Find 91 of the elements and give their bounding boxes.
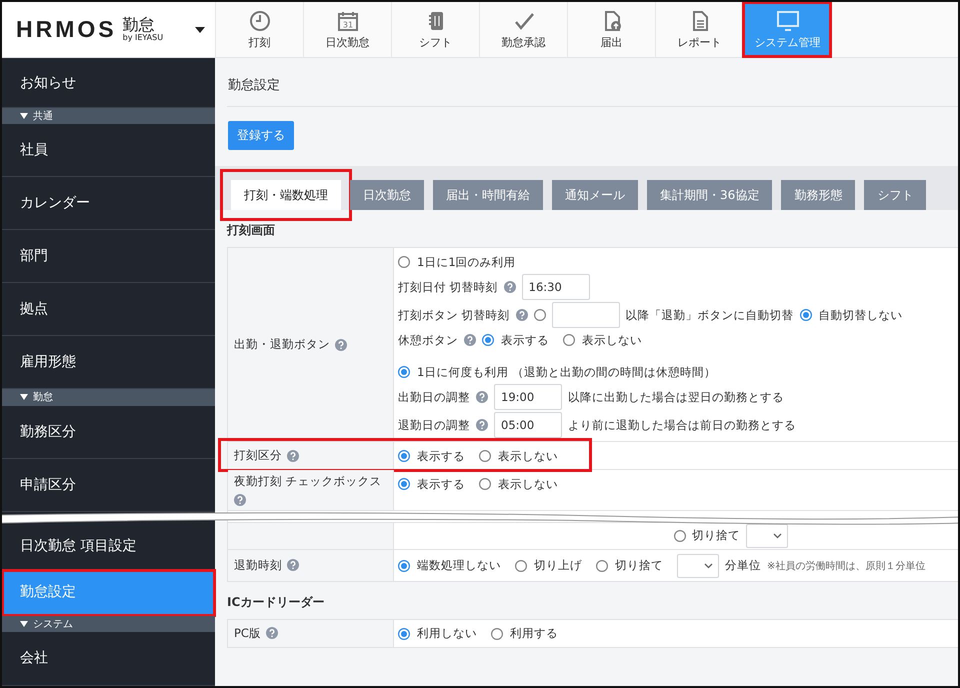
note-text: ※社員の労働時間は、原則１分単位 (767, 560, 926, 573)
section-label: 共通 (33, 110, 53, 124)
radio-label: 切り捨て (615, 558, 663, 574)
option-label: 休憩ボタン (398, 332, 458, 348)
time-field[interactable]: 19:00 (494, 384, 562, 410)
radio-label: 表示する (501, 332, 549, 348)
tab[interactable]: 日次勤怠 (350, 180, 424, 210)
chevron-down-icon (773, 532, 782, 539)
help-icon (516, 309, 528, 321)
radio-label: 端数処理しない (417, 558, 501, 574)
option-label: 出勤日の調整 (398, 390, 470, 404)
nav-tab[interactable]: 31 日次勤怠 (303, 2, 391, 57)
caret-icon[interactable] (195, 26, 205, 32)
radio-icon[interactable] (596, 560, 608, 572)
help-icon (504, 281, 516, 293)
nav-tab[interactable]: 届出 (567, 2, 655, 57)
radio-label: 表示しない (498, 476, 558, 492)
radio-icon[interactable] (563, 334, 575, 346)
time-field[interactable]: 16:30 (522, 274, 590, 300)
field-label: 退勤時刻 (234, 558, 282, 573)
radio-label: 表示する (417, 476, 465, 492)
radio-selected-icon[interactable] (482, 334, 494, 346)
tab[interactable]: 打刻・端数処理 (231, 180, 341, 210)
radio-icon[interactable] (479, 478, 491, 490)
radio-icon[interactable] (479, 450, 491, 462)
section-label: 勤怠 (33, 390, 53, 404)
radio-label: 利用する (510, 626, 558, 642)
option-label: 以降「退勤」ボタンに自動切替 (626, 308, 794, 322)
nav-tab[interactable]: 打刻 (215, 2, 303, 57)
option-label: 分単位 (725, 558, 761, 574)
radio-selected-icon[interactable] (398, 628, 410, 640)
sidebar-item[interactable]: 部門 (2, 230, 215, 284)
tab[interactable]: 集計期間・36協定 (647, 180, 772, 210)
field-label: 出勤・退勤ボタン (234, 337, 330, 352)
tab[interactable]: 届出・時間有給 (433, 180, 543, 210)
radio-icon[interactable] (534, 309, 546, 321)
time-field[interactable] (552, 302, 620, 328)
radio-icon[interactable] (398, 256, 410, 268)
radio-label: 表示する (417, 448, 465, 464)
unit-select[interactable] (746, 524, 788, 548)
monitor-icon (776, 10, 800, 32)
radio-selected-icon[interactable] (398, 366, 410, 378)
tab[interactable]: シフト (864, 180, 926, 210)
brand-name: HRMOS (16, 16, 117, 43)
help-icon (476, 419, 488, 431)
radio-label: 自動切替しない (818, 308, 903, 322)
radio-selected-icon[interactable] (800, 309, 812, 321)
radio-label: 表示しない (582, 332, 642, 348)
sidebar-item[interactable]: 勤務区分 (2, 406, 215, 459)
radio-icon[interactable] (491, 628, 503, 640)
radio-label: 1日に1回のみ利用 (417, 254, 516, 270)
chevron-down-icon (704, 562, 713, 569)
time-field[interactable]: 05:00 (494, 412, 562, 438)
option-label: より前に退勤した場合は前日の勤務とする (568, 418, 796, 432)
help-icon (464, 334, 476, 346)
option-label: 切り捨て (692, 528, 740, 544)
radio-selected-icon[interactable] (398, 478, 410, 490)
radio-icon[interactable] (674, 530, 686, 542)
section-label: システム (33, 618, 73, 631)
page-title: 勤怠設定 (227, 58, 958, 107)
radio-label: 切り上げ (534, 558, 582, 574)
sidebar-item[interactable]: 拠点 (2, 283, 215, 336)
nav-tab[interactable]: シフト (391, 2, 479, 57)
option-label: 打刻日付 切替時刻 (398, 280, 498, 294)
tab[interactable]: 通知メール (552, 180, 638, 210)
triangle-icon (20, 394, 28, 400)
help-icon (476, 391, 488, 403)
triangle-icon (20, 620, 28, 627)
product-tagline: by IEYASU (122, 34, 164, 42)
radio-selected-icon[interactable] (398, 560, 410, 572)
tab[interactable]: 勤務形態 (781, 180, 856, 210)
nav-tab[interactable]: 勤怠承認 (479, 2, 567, 57)
clock-icon (248, 10, 270, 32)
triangle-icon (20, 113, 28, 120)
radio-selected-icon[interactable] (398, 450, 410, 462)
option-label: 退勤日の調整 (398, 418, 470, 432)
radio-label: 利用しない (417, 626, 477, 642)
field-label: 夜勤打刻 チェックボックス (234, 474, 382, 489)
field-label: 打刻区分 (234, 448, 282, 463)
calendar-icon: 31 (336, 10, 358, 32)
section-title: 打刻画面 (227, 222, 276, 239)
field-label: PC版 (234, 626, 261, 641)
option-label: 打刻ボタン 切替時刻 (398, 308, 510, 322)
section-title: ICカードリーダー (227, 594, 326, 611)
product-name: 勤怠 (122, 16, 156, 34)
radio-label: 表示しない (498, 448, 558, 464)
sidebar-item[interactable]: 社員 (2, 124, 215, 178)
option-label: 以降に出勤した場合は翌日の勤務とする (568, 390, 784, 404)
radio-label: 1日に何度も利用 （退勤と出勤の間の時間は休憩時間） (417, 364, 716, 380)
radio-icon[interactable] (515, 560, 527, 572)
sidebar-item[interactable]: 会社 (2, 632, 215, 686)
